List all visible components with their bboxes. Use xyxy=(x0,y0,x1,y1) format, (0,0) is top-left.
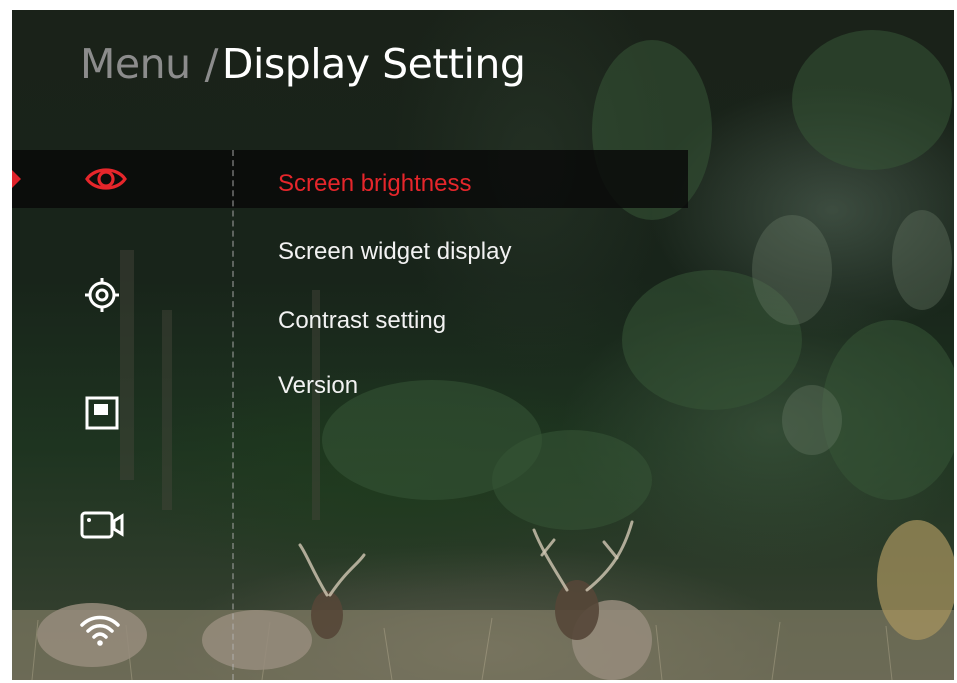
selection-pointer-icon xyxy=(12,170,21,188)
video-camera-icon xyxy=(80,511,124,539)
sidebar-item-reticle[interactable] xyxy=(80,275,124,315)
breadcrumb-current: Display Setting xyxy=(221,40,526,88)
menu-item-screen-brightness[interactable]: Screen brightness xyxy=(278,170,471,198)
crosshair-target-icon xyxy=(85,278,119,312)
wifi-icon xyxy=(80,615,120,646)
menu-item-screen-widget-display[interactable]: Screen widget display xyxy=(278,238,511,266)
sidebar-item-display[interactable] xyxy=(84,159,128,199)
sidebar-item-recording[interactable] xyxy=(80,505,124,545)
sidebar-item-wifi[interactable] xyxy=(78,610,122,650)
page-title: Menu /Display Setting xyxy=(80,40,526,88)
breadcrumb-menu[interactable]: Menu xyxy=(80,40,191,88)
background-forest-scene xyxy=(12,30,954,680)
picture-in-picture-icon xyxy=(85,396,119,430)
menu-item-contrast-setting[interactable]: Contrast setting xyxy=(278,307,446,335)
sidebar-item-picture[interactable] xyxy=(80,393,124,433)
menu-item-version[interactable]: Version xyxy=(278,372,358,400)
device-screen: Menu /Display Setting Screen brightness S… xyxy=(12,10,954,680)
breadcrumb-separator: / xyxy=(204,40,219,88)
column-divider xyxy=(232,150,234,680)
eye-icon xyxy=(85,168,127,190)
